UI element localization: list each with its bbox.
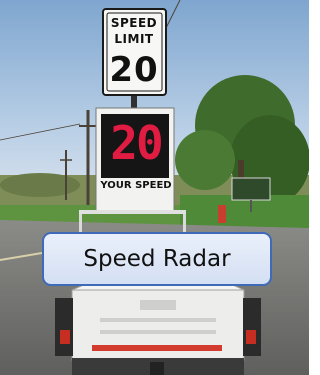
radar-speed-digits: 20 (110, 116, 163, 170)
speed-limit-label-top: SPEED (110, 16, 158, 30)
speed-radar-label: Speed Radar (42, 232, 272, 286)
speed-radar-photo: SPEED LIMIT 20 20 YOUR SPEED Speed Radar (0, 0, 309, 375)
speed-limit-label-bottom: LIMIT (114, 32, 154, 46)
speed-limit-value: 20 (109, 50, 159, 90)
trailer (55, 279, 261, 375)
radar-caption: YOUR SPEED (100, 180, 172, 191)
speed-radar-label-text: Speed Radar (83, 246, 231, 272)
